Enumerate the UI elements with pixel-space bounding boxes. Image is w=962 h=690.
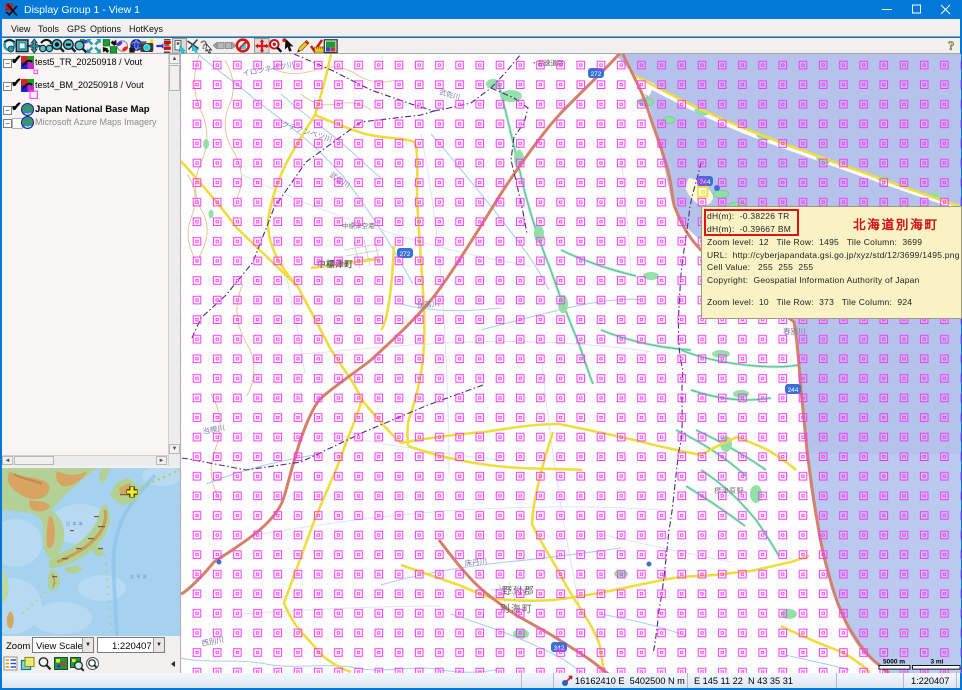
svg-text:日本海: 日本海 <box>66 520 85 527</box>
svg-text:5000 m: 5000 m <box>883 659 905 666</box>
svg-text:?: ? <box>948 38 955 53</box>
svg-text:太平洋: 太平洋 <box>130 573 149 580</box>
svg-text:3 mi: 3 mi <box>930 659 943 666</box>
